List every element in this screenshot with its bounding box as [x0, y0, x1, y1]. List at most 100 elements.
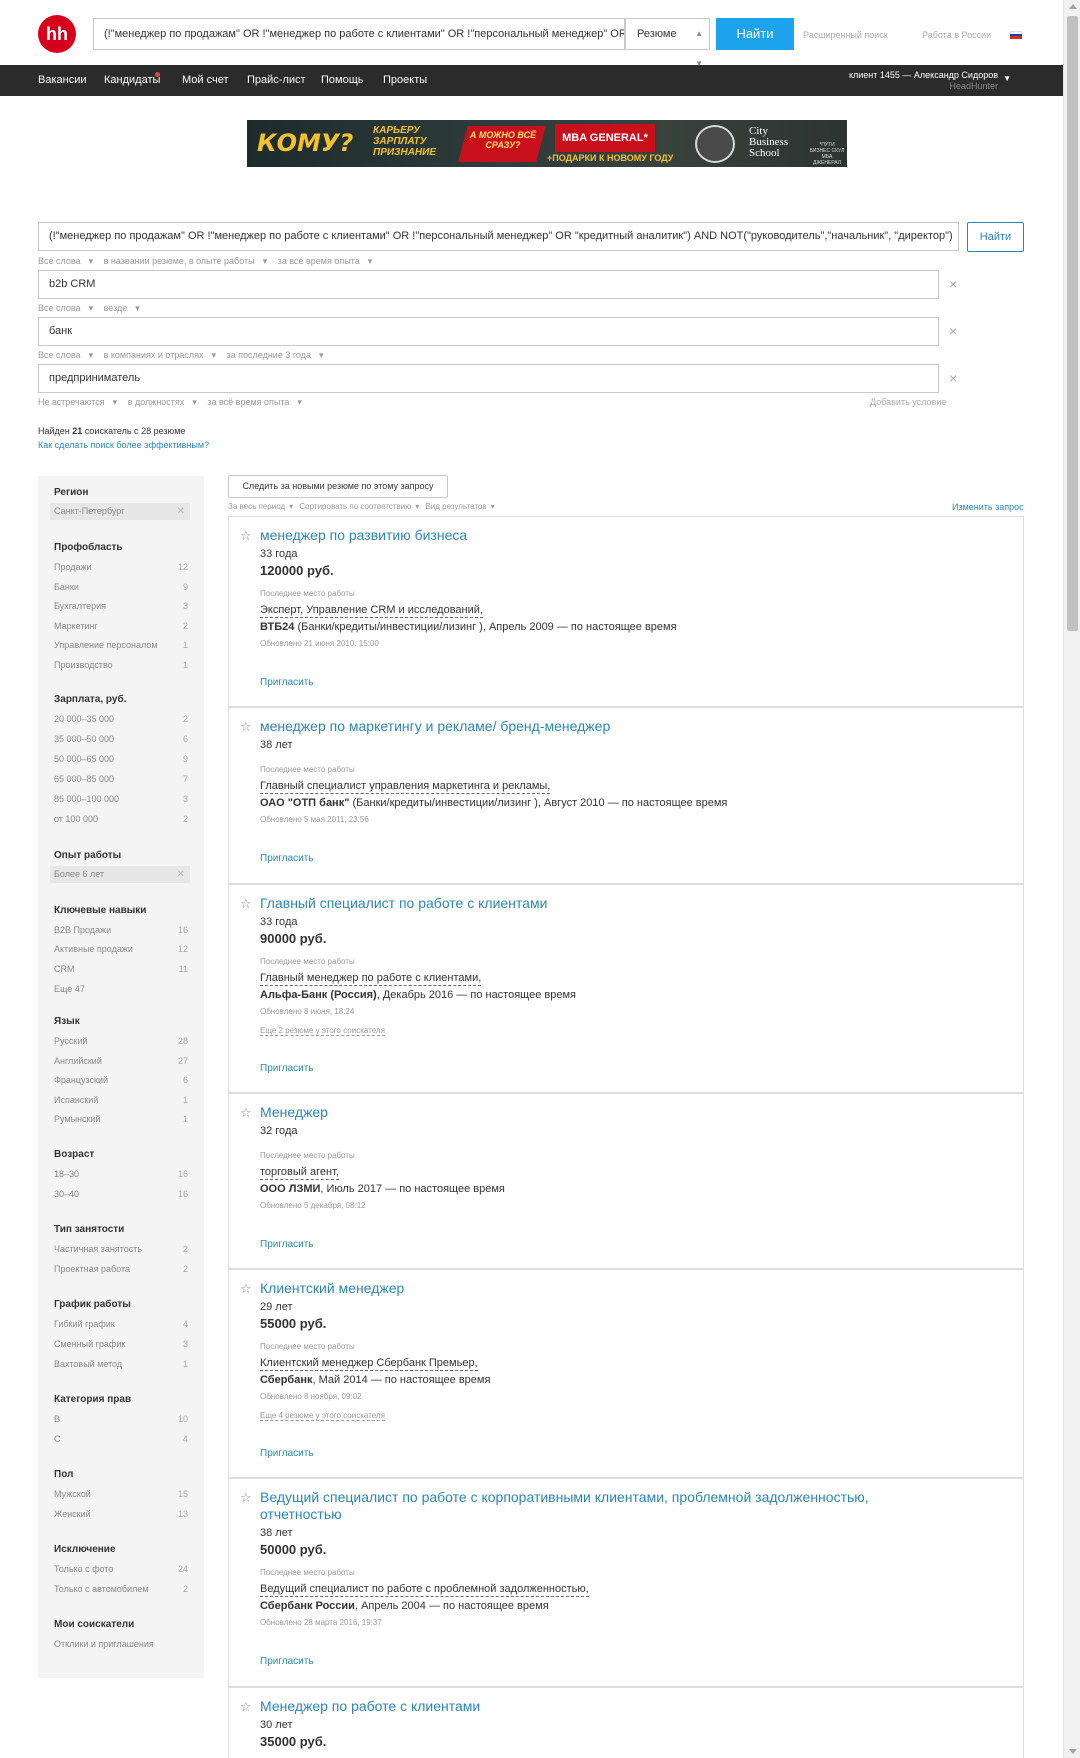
filter-chip-experience[interactable]: Более 6 лет ✕ [50, 866, 190, 883]
meta-where[interactable]: везде [104, 303, 128, 313]
invite-link[interactable]: Пригласить [260, 677, 314, 688]
user-menu[interactable]: клиент 1455 — Александр Сидоров HeadHunt… [849, 70, 998, 92]
star-icon[interactable]: ☆ [240, 1699, 252, 1715]
close-icon[interactable]: ✕ [177, 503, 185, 520]
filter-item[interactable]: Французский 6 [54, 1075, 188, 1085]
invite-link[interactable]: Пригласить [260, 1063, 314, 1074]
resume-title[interactable]: менеджер по развитию бизнеса [260, 527, 900, 544]
filter-item[interactable]: Мужской 15 [54, 1489, 188, 1499]
query-find-button[interactable]: Найти [967, 222, 1024, 252]
star-icon[interactable]: ☆ [240, 1490, 252, 1506]
meta-words[interactable]: Все слова [38, 350, 81, 360]
remove-condition-icon[interactable]: × [949, 370, 957, 386]
invite-link[interactable]: Пригласить [260, 1239, 314, 1250]
invite-link[interactable]: Пригласить [260, 853, 314, 864]
meta-where[interactable]: в должностях [128, 397, 185, 407]
resume-title[interactable]: Клиентский менеджер [260, 1280, 900, 1297]
nav-my-account[interactable]: Мой счет [182, 65, 229, 96]
filter-item[interactable]: B2B Продажи 16 [54, 925, 188, 935]
meta-where[interactable]: в названии резюме, в опыте работы [104, 256, 255, 266]
star-icon[interactable]: ☆ [240, 1105, 252, 1121]
filter-item[interactable]: 30–40 16 [54, 1189, 188, 1199]
resume-title[interactable]: Менеджер [260, 1104, 900, 1121]
change-query-link[interactable]: Изменить запрос [952, 502, 1024, 512]
filter-item[interactable]: CRM 11 [54, 964, 188, 974]
filter-item[interactable]: Гибкий график 4 [54, 1319, 188, 1329]
filter-item[interactable]: Продажи 12 [54, 562, 188, 572]
region-link[interactable]: Работа в России [922, 30, 991, 40]
meta-words[interactable]: Все слова [38, 303, 81, 313]
filter-item[interactable]: Румынский 1 [54, 1114, 188, 1124]
meta-where[interactable]: в компаниях и отраслях [104, 350, 204, 360]
remove-condition-icon[interactable]: × [949, 276, 957, 292]
filter-item[interactable]: от 100 000 2 [54, 814, 188, 824]
filter-item[interactable]: Английский 27 [54, 1056, 188, 1066]
meta-period[interactable]: за всё время опыта [278, 256, 360, 266]
star-icon[interactable]: ☆ [240, 896, 252, 912]
filter-item[interactable]: Маркетинг 2 [54, 621, 188, 631]
top-search-button[interactable]: Найти [716, 18, 794, 50]
filter-item[interactable]: 35 000–50 000 6 [54, 734, 188, 744]
view-dropdown[interactable]: Вид результатов [425, 502, 486, 511]
effective-search-link[interactable]: Как сделать поиск более эффективным? [38, 440, 209, 450]
resume-title[interactable]: Ведущий специалист по работе с корпорати… [260, 1489, 900, 1523]
filter-item[interactable]: Банки 9 [54, 582, 188, 592]
nav-price-list[interactable]: Прайс-лист [247, 65, 306, 96]
filter-item[interactable]: Производство 1 [54, 660, 188, 670]
filter-chip-region[interactable]: Санкт-Петербург ✕ [50, 503, 190, 520]
search-type-select[interactable]: Резюме ▲ ▼ [625, 18, 710, 68]
filter-item[interactable]: Русский 28 [54, 1036, 188, 1046]
more-resumes-link[interactable]: Еще 2 резюме у этого соискателя [260, 1026, 385, 1036]
invite-link[interactable]: Пригласить [260, 1656, 314, 1667]
period-dropdown[interactable]: За весь период [228, 502, 285, 511]
filter-item[interactable]: Женский 13 [54, 1509, 188, 1519]
ad-banner[interactable]: КОМУ? КАРЬЕРУ ЗАРПЛАТУ ПРИЗНАНИЕ А МОЖНО… [247, 120, 847, 167]
filter-item[interactable]: Бухгалтерия 3 [54, 601, 188, 611]
advanced-search-link[interactable]: Расширенный поиск [803, 30, 888, 40]
meta-words[interactable]: Не встречаются [38, 397, 105, 407]
scroll-down-icon[interactable] [1069, 1749, 1077, 1754]
filter-item[interactable]: Активные продажи 12 [54, 944, 188, 954]
filter-item[interactable]: 85 000–100 000 3 [54, 794, 188, 804]
filter-show-more[interactable]: Еще 47 [54, 984, 188, 994]
scroll-up-icon[interactable] [1069, 4, 1077, 9]
filter-item[interactable]: 18–30 16 [54, 1169, 188, 1179]
add-condition-link[interactable]: Добавить условие [870, 397, 946, 407]
filter-item[interactable]: Управление персоналом 1 [54, 640, 188, 650]
more-resumes-link[interactable]: Еще 4 резюме у этого соискателя [260, 1411, 385, 1421]
meta-period[interactable]: за последние 3 года [227, 350, 311, 360]
sort-dropdown[interactable]: Сортировать по соответствию [299, 502, 411, 511]
filter-item[interactable]: Только с фото 24 [54, 1564, 188, 1574]
filter-item[interactable]: Только с автомобилем 2 [54, 1584, 188, 1594]
query-row-4-input[interactable]: предприниматель [38, 364, 939, 393]
filter-item[interactable]: Отклики и приглашения [54, 1639, 188, 1649]
filter-item[interactable]: C4 [54, 1434, 188, 1444]
query-main-input[interactable]: (!"менеджер по продажам" OR !"менеджер п… [38, 222, 959, 251]
resume-title[interactable]: Менеджер по работе с клиентами [260, 1698, 900, 1715]
russia-flag-icon[interactable] [1010, 31, 1022, 39]
nav-help[interactable]: Помощь [321, 65, 364, 96]
nav-candidates[interactable]: Кандидаты [104, 65, 160, 96]
nav-projects[interactable]: Проекты [383, 65, 427, 96]
resume-title[interactable]: менеджер по маркетингу и рекламе/ бренд-… [260, 718, 900, 735]
filter-item[interactable]: B 10 [54, 1414, 188, 1424]
filter-item[interactable]: 65 000–85 000 7 [54, 774, 188, 784]
filter-item[interactable]: Вахтовый метод 1 [54, 1359, 188, 1369]
filter-item[interactable]: Проектная работа 2 [54, 1264, 188, 1274]
remove-condition-icon[interactable]: × [949, 323, 957, 339]
top-search-input[interactable]: (!"менеджер по продажам" OR !"менеджер п… [93, 18, 625, 50]
star-icon[interactable]: ☆ [240, 528, 252, 544]
filter-item[interactable]: 50 000–65 000 9 [54, 754, 188, 764]
scroll-thumb[interactable] [1067, 16, 1078, 631]
filter-item[interactable]: Испанский 1 [54, 1095, 188, 1105]
follow-query-button[interactable]: Следить за новыми резюме по этому запрос… [228, 475, 448, 498]
invite-link[interactable]: Пригласить [260, 1448, 314, 1459]
star-icon[interactable]: ☆ [240, 719, 252, 735]
nav-vacancies[interactable]: Вакансии [38, 65, 87, 96]
filter-item[interactable]: Частичная занятость 2 [54, 1244, 188, 1254]
query-row-2-input[interactable]: b2b CRM [38, 270, 939, 299]
query-row-3-input[interactable]: банк [38, 317, 939, 346]
caret-down-icon[interactable]: ▼ [1003, 74, 1011, 83]
close-icon[interactable]: ✕ [177, 866, 185, 883]
star-icon[interactable]: ☆ [240, 1281, 252, 1297]
